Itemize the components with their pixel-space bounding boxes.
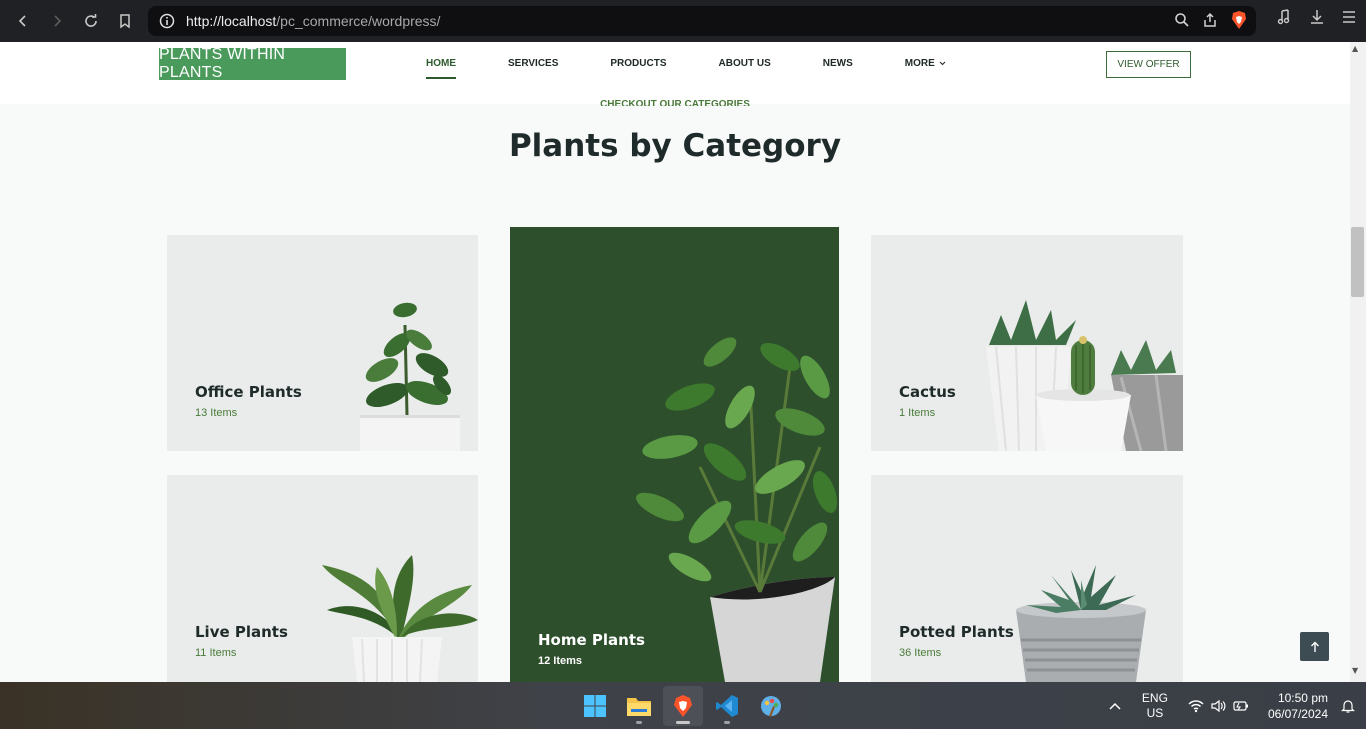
forward-button[interactable] [40, 4, 74, 38]
category-card-office-plants[interactable]: Office Plants 13 Items [167, 235, 478, 451]
category-card-cactus[interactable]: Cactus 1 Items [871, 235, 1183, 451]
region-code: US [1146, 705, 1164, 720]
url-text: http://localhost/pc_commerce/wordpress/ [186, 13, 440, 29]
download-icon[interactable] [1308, 8, 1326, 26]
share-icon[interactable] [1202, 12, 1218, 28]
nav-products[interactable]: PRODUCTS [610, 58, 666, 75]
taskbar-apps [575, 686, 791, 726]
category-card-live-plants[interactable]: Live Plants 11 Items [167, 475, 478, 682]
clock-date: 06/07/2024 [1267, 706, 1328, 721]
office-plant-image [360, 302, 460, 451]
nav-more[interactable]: MORE [905, 58, 946, 75]
reload-icon [85, 14, 97, 27]
bookmark-button[interactable] [108, 4, 142, 38]
category-name: Home Plants [538, 631, 645, 649]
back-button[interactable] [6, 4, 40, 38]
scroll-up-arrow-icon[interactable]: ▲ [1352, 44, 1358, 53]
brave-browser-icon [674, 695, 692, 717]
folder-icon [627, 698, 651, 716]
paint-palette-icon [761, 696, 781, 717]
site-header: PLANTS WITHIN PLANTS HOME SERVICES PRODU… [0, 42, 1350, 104]
start-button[interactable] [575, 686, 615, 726]
nav-news[interactable]: NEWS [823, 58, 853, 75]
category-card-potted-plants[interactable]: Potted Plants 36 Items [871, 475, 1183, 682]
bookmark-icon [120, 14, 130, 29]
category-count: 1 Items [899, 407, 936, 419]
potted-plant-image [1016, 565, 1146, 682]
section-title: Plants by Category [508, 128, 842, 164]
category-count: 12 Items [538, 655, 583, 667]
taskbar-brave-browser[interactable] [663, 686, 703, 726]
scrollbar-thumb[interactable] [1351, 227, 1364, 297]
url-host: http://localhost [186, 13, 277, 29]
home-plant-image [636, 337, 838, 682]
section-eyebrow-text: CHECKOUT OUR CATEGORIES [600, 99, 750, 106]
taskbar-vscode[interactable] [707, 686, 747, 726]
category-name: Cactus [899, 383, 956, 401]
section-eyebrow: CHECKOUT OUR CATEGORIES [0, 98, 1350, 106]
category-card-home-plants[interactable]: Home Plants 12 Items [510, 227, 839, 682]
category-name: Office Plants [195, 383, 302, 401]
nav-home[interactable]: HOME [426, 58, 456, 79]
nav-about-us[interactable]: ABOUT US [719, 58, 771, 75]
windows-taskbar: ENG US 10:50 pm 06/07/2024 [0, 682, 1366, 729]
site-info-icon[interactable] [152, 13, 182, 29]
forward-arrow-icon [54, 15, 62, 27]
media-icon[interactable] [1276, 8, 1294, 26]
url-path: /pc_commerce/wordpress/ [276, 13, 441, 29]
category-name: Live Plants [195, 623, 288, 641]
notification-bell-icon[interactable] [1340, 698, 1356, 714]
live-plant-image [322, 555, 478, 682]
category-count: 11 Items [195, 647, 237, 659]
zoom-icon[interactable] [1174, 12, 1190, 28]
category-count: 13 Items [195, 407, 238, 419]
arrow-up-icon [1310, 641, 1319, 652]
main-nav: HOME SERVICES PRODUCTS ABOUT US NEWS MOR… [426, 58, 998, 79]
browser-toolbar: http://localhost/pc_commerce/wordpress/ [0, 0, 1366, 42]
address-bar[interactable]: http://localhost/pc_commerce/wordpress/ [148, 6, 1256, 36]
language-indicator[interactable]: ENG US [1142, 691, 1168, 721]
cactus-image [986, 300, 1183, 451]
clock-time: 10:50 pm [1277, 690, 1328, 705]
taskbar-paint[interactable] [751, 686, 791, 726]
nav-services[interactable]: SERVICES [508, 58, 558, 75]
back-arrow-icon [18, 15, 26, 27]
clock[interactable]: 10:50 pm 06/07/2024 [1268, 690, 1328, 722]
battery-icon[interactable] [1232, 699, 1250, 713]
scroll-down-arrow-icon[interactable]: ▼ [1352, 666, 1358, 675]
back-to-top-button[interactable] [1300, 632, 1329, 661]
chevron-down-icon [939, 61, 946, 66]
vscode-icon [716, 695, 738, 717]
menu-icon[interactable] [1340, 8, 1358, 26]
taskbar-file-explorer[interactable] [619, 686, 659, 726]
brave-shield-icon[interactable] [1230, 10, 1248, 30]
nav-more-label: MORE [904, 58, 935, 69]
view-offer-button[interactable]: VIEW OFFER [1106, 51, 1191, 78]
site-logo[interactable]: PLANTS WITHIN PLANTS [159, 46, 346, 81]
system-tray: ENG US 10:50 pm 06/07/2024 [1108, 682, 1366, 729]
category-name: Potted Plants [899, 623, 1014, 641]
wifi-icon[interactable] [1188, 699, 1204, 713]
volume-icon[interactable] [1210, 699, 1226, 713]
chevron-up-icon[interactable] [1108, 701, 1122, 711]
language-code: ENG [1141, 690, 1168, 705]
reload-button[interactable] [74, 4, 108, 38]
page-scrollbar[interactable] [1350, 42, 1366, 682]
windows-logo-icon [584, 695, 606, 717]
category-count: 36 Items [899, 647, 942, 659]
